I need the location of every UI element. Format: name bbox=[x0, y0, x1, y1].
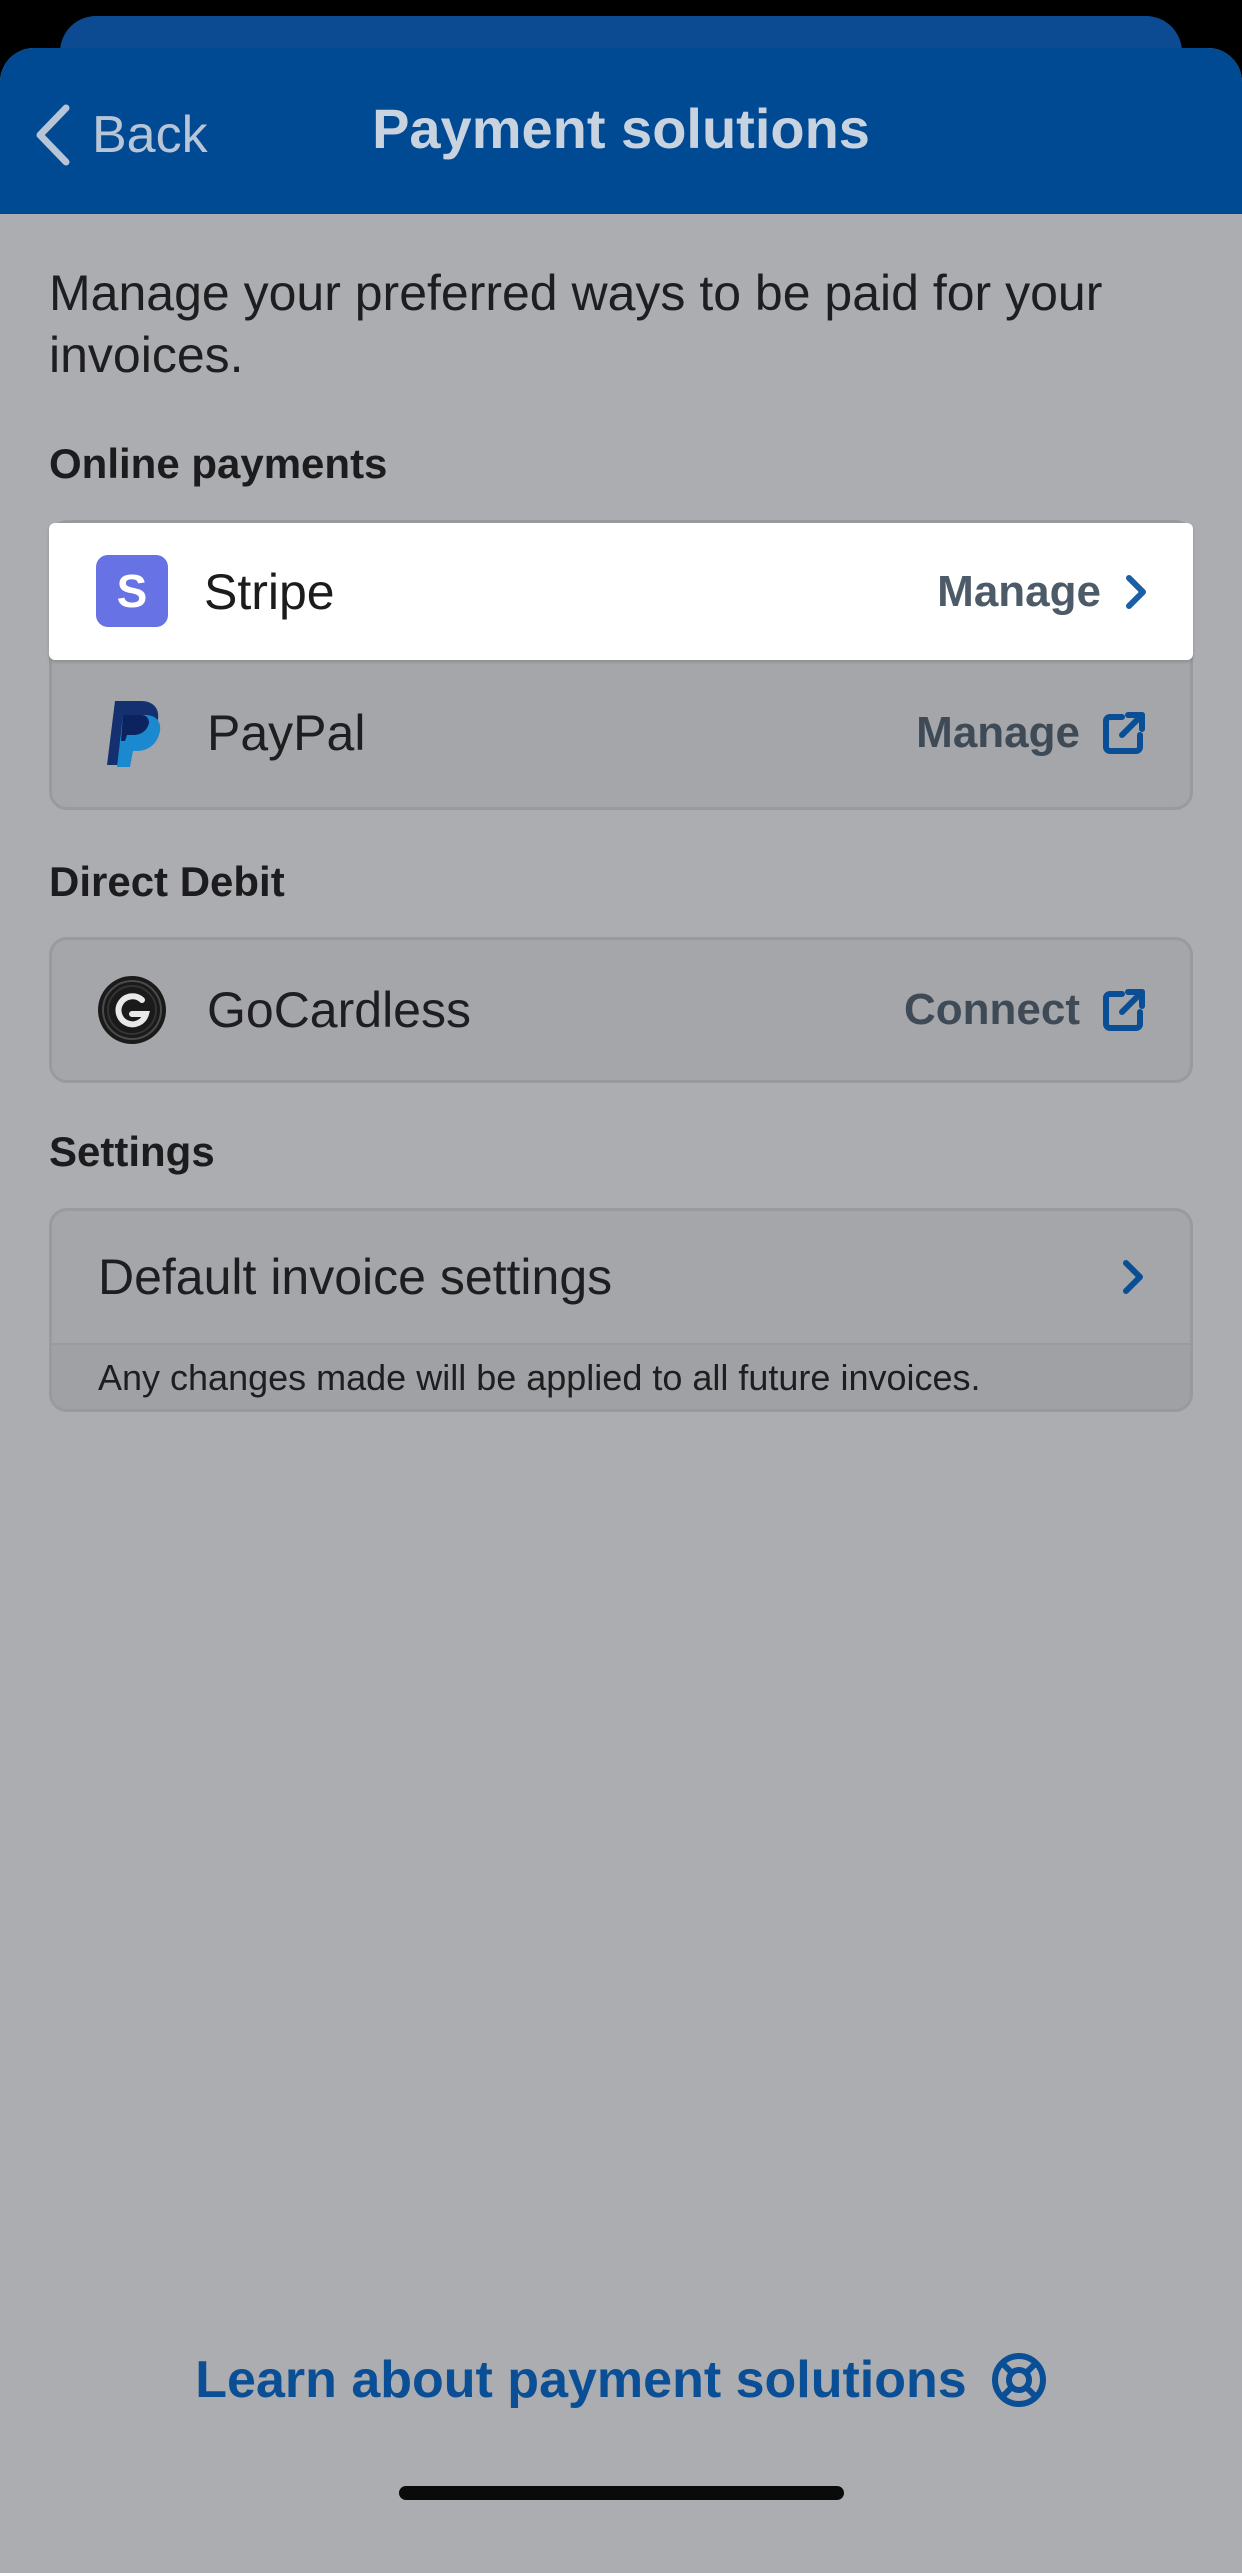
section-title-online-payments: Online payments bbox=[49, 440, 388, 487]
stripe-label: Stripe bbox=[204, 563, 335, 620]
page-title: Payment solutions bbox=[372, 97, 870, 160]
paypal-manage-label: Manage bbox=[916, 708, 1080, 757]
external-link-icon bbox=[1103, 712, 1145, 754]
default-invoice-settings-chevron bbox=[1098, 1257, 1146, 1297]
gocardless-label: GoCardless bbox=[207, 982, 471, 1038]
nav-header: Back Payment solutions bbox=[0, 48, 1242, 214]
external-link-icon bbox=[1103, 989, 1145, 1031]
direct-debit-card: GoCardless Connect bbox=[49, 937, 1193, 1083]
learn-link-label: Learn about payment solutions bbox=[195, 2351, 967, 2409]
stripe-row-content: S Stripe Manage bbox=[49, 523, 1193, 660]
stripe-row[interactable]: S Stripe Manage bbox=[49, 523, 1193, 660]
lifebuoy-icon bbox=[991, 2353, 1046, 2407]
gocardless-connect-label: Connect bbox=[904, 985, 1080, 1034]
settings-card: Default invoice settings Any changes mad… bbox=[49, 1208, 1193, 1412]
chevron-right-icon bbox=[1123, 1260, 1143, 1294]
stripe-manage-button[interactable]: Manage bbox=[937, 567, 1149, 617]
intro-text: Manage your preferred ways to be paid fo… bbox=[49, 265, 1103, 383]
settings-note-bar: Any changes made will be applied to all … bbox=[52, 1343, 1190, 1409]
learn-about-payment-solutions-link[interactable]: Learn about payment solutions bbox=[0, 2350, 1242, 2410]
gocardless-connect-button[interactable]: Connect bbox=[904, 985, 1146, 1035]
gocardless-row[interactable]: GoCardless Connect bbox=[52, 940, 1190, 1080]
default-invoice-settings-row[interactable]: Default invoice settings bbox=[52, 1211, 1190, 1343]
chevron-right-icon bbox=[1126, 574, 1146, 609]
section-title-direct-debit: Direct Debit bbox=[49, 858, 285, 905]
paypal-row[interactable]: PayPal Manage bbox=[52, 658, 1190, 807]
stripe-manage-label: Manage bbox=[937, 566, 1101, 616]
paypal-manage-button[interactable]: Manage bbox=[916, 708, 1146, 758]
gocardless-logo-icon bbox=[98, 976, 166, 1044]
default-invoice-settings-label: Default invoice settings bbox=[98, 1249, 613, 1305]
settings-note: Any changes made will be applied to all … bbox=[98, 1357, 981, 1398]
home-indicator bbox=[399, 2486, 844, 2500]
paypal-label: PayPal bbox=[207, 705, 366, 761]
paypal-logo-icon bbox=[107, 701, 161, 767]
payment-solutions-sheet: Back Payment solutions Manage your prefe… bbox=[0, 48, 1242, 2573]
stripe-logo-icon: S bbox=[96, 555, 168, 627]
section-title-settings: Settings bbox=[49, 1128, 215, 1175]
stripe-logo-letter: S bbox=[117, 565, 148, 617]
